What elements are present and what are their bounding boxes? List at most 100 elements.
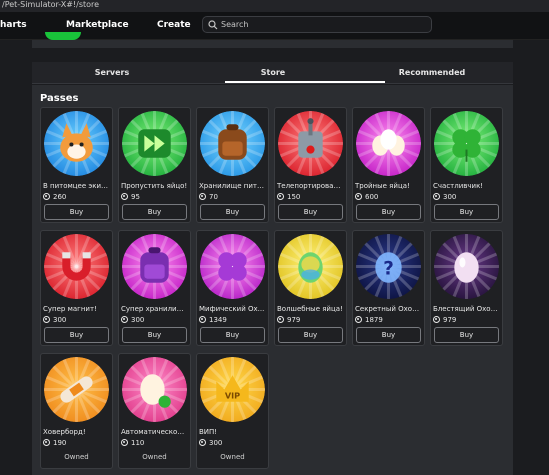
- pass-card[interactable]: VIP ВИП! 300 Owned: [196, 353, 269, 469]
- owned-label: Owned: [220, 453, 245, 461]
- buy-button[interactable]: Buy: [356, 327, 421, 343]
- pass-name[interactable]: Волшебные яйца!: [277, 305, 344, 313]
- store-panel: Passes В питомцее экип... 260 Buy Пропустит…: [32, 85, 513, 475]
- owned-label: Owned: [64, 453, 89, 461]
- robux-icon: [277, 193, 284, 200]
- pass-card[interactable]: Блестящий Охот... 979 Buy: [430, 230, 503, 346]
- pass-price-value: 190: [53, 439, 67, 447]
- url-text: /Pet-Simulator-X#!/store: [2, 0, 100, 9]
- pass-name[interactable]: Автоматическое ...: [121, 428, 188, 436]
- pass-price-value: 70: [209, 193, 218, 201]
- pass-card[interactable]: Супер магнит! 300 Buy: [40, 230, 113, 346]
- purple-backpack-icon[interactable]: [122, 234, 187, 299]
- pass-card[interactable]: В питомцее экип... 260 Buy: [40, 107, 113, 223]
- pass-card[interactable]: Волшебные яйца! 979 Buy: [274, 230, 347, 346]
- magnet-icon[interactable]: [44, 234, 109, 299]
- pass-card[interactable]: Телепортироват... 150 Buy: [274, 107, 347, 223]
- secret-egg-icon[interactable]: ?: [356, 234, 421, 299]
- robux-icon: [121, 439, 128, 446]
- pass-name[interactable]: Мифический Ох...: [199, 305, 266, 313]
- pass-card[interactable]: ? Секретный Охот... 1879 Buy: [352, 230, 425, 346]
- buy-button[interactable]: Buy: [434, 327, 499, 343]
- nav-marketplace-link[interactable]: Marketplace: [66, 20, 129, 30]
- pass-name[interactable]: Ховерборд!: [43, 428, 110, 436]
- buy-button[interactable]: Buy: [200, 327, 265, 343]
- robux-icon: [121, 316, 128, 323]
- pass-name[interactable]: Супер магнит!: [43, 305, 110, 313]
- search-input[interactable]: Search: [202, 16, 432, 33]
- svg-text:?: ?: [383, 259, 394, 280]
- pass-name[interactable]: ВИП!: [199, 428, 266, 436]
- robux-icon: [199, 193, 206, 200]
- buy-button[interactable]: Buy: [44, 204, 109, 220]
- pass-price-value: 150: [287, 193, 301, 201]
- robux-icon: [43, 193, 50, 200]
- shiny-egg-icon[interactable]: [434, 234, 499, 299]
- pass-price-value: 1349: [209, 316, 227, 324]
- buy-button[interactable]: Buy: [122, 204, 187, 220]
- pass-price-value: 260: [53, 193, 67, 201]
- game-icon-peek: [45, 32, 81, 40]
- search-icon: [208, 20, 218, 30]
- buy-button[interactable]: Buy: [44, 327, 109, 343]
- tab-recommended[interactable]: Recommended: [372, 68, 492, 77]
- pass-name[interactable]: Пропустить яйцо!: [121, 182, 188, 190]
- pass-price: 979: [277, 316, 300, 326]
- pass-name[interactable]: Секретный Охот...: [355, 305, 422, 313]
- nav-charts-link[interactable]: harts: [0, 20, 27, 30]
- pass-name[interactable]: Тройные яйца!: [355, 182, 422, 190]
- robux-icon: [43, 439, 50, 446]
- robux-icon: [43, 316, 50, 323]
- robux-icon: [355, 316, 362, 323]
- triple-eggs-icon[interactable]: [356, 111, 421, 176]
- pass-name[interactable]: Счастливчик!: [433, 182, 500, 190]
- hoverboard-icon[interactable]: [44, 357, 109, 422]
- url-bar[interactable]: /Pet-Simulator-X#!/store: [0, 0, 549, 12]
- buy-button[interactable]: Buy: [122, 327, 187, 343]
- passes-heading: Passes: [40, 93, 79, 104]
- pass-price-value: 300: [443, 193, 457, 201]
- tab-store[interactable]: Store: [213, 68, 333, 77]
- pass-card[interactable]: Пропустить яйцо! 95 Buy: [118, 107, 191, 223]
- robux-icon: [121, 193, 128, 200]
- pass-price: 300: [199, 439, 222, 449]
- pass-price: 110: [121, 439, 144, 449]
- pass-card[interactable]: Автоматическое ... 110 Owned: [118, 353, 191, 469]
- pass-card[interactable]: Супер хранилищ... 300 Buy: [118, 230, 191, 346]
- pass-price: 150: [277, 193, 300, 203]
- tab-servers[interactable]: Servers: [52, 68, 172, 77]
- pass-price-value: 979: [287, 316, 301, 324]
- pass-price-value: 979: [443, 316, 457, 324]
- robux-icon: [277, 316, 284, 323]
- pass-card[interactable]: Ховерборд! 190 Owned: [40, 353, 113, 469]
- vip-crown-icon[interactable]: VIP: [200, 357, 265, 422]
- clover-icon[interactable]: [434, 111, 499, 176]
- pass-name[interactable]: В питомцее экип...: [43, 182, 110, 190]
- pass-name[interactable]: Хранилище пито...: [199, 182, 266, 190]
- buy-button[interactable]: Buy: [278, 204, 343, 220]
- buy-button[interactable]: Buy: [356, 204, 421, 220]
- auto-egg-icon[interactable]: [122, 357, 187, 422]
- game-tabs: Servers Store Recommended: [32, 62, 513, 84]
- mythical-clover-icon[interactable]: [200, 234, 265, 299]
- nav-create-link[interactable]: Create: [157, 20, 191, 30]
- backpack-icon[interactable]: [200, 111, 265, 176]
- pass-card[interactable]: Хранилище пито... 70 Buy: [196, 107, 269, 223]
- owned-label: Owned: [142, 453, 167, 461]
- buy-button[interactable]: Buy: [200, 204, 265, 220]
- pass-card[interactable]: Тройные яйца! 600 Buy: [352, 107, 425, 223]
- pass-name[interactable]: Телепортироват...: [277, 182, 344, 190]
- corgi-pet-icon[interactable]: [44, 111, 109, 176]
- skip-forward-icon[interactable]: [122, 111, 187, 176]
- rainbow-egg-icon[interactable]: [278, 234, 343, 299]
- pass-price-value: 600: [365, 193, 379, 201]
- pass-price: 600: [355, 193, 378, 203]
- pass-card[interactable]: Счастливчик! 300 Buy: [430, 107, 503, 223]
- pass-price: 300: [433, 193, 456, 203]
- pass-name[interactable]: Блестящий Охот...: [433, 305, 500, 313]
- pass-card[interactable]: Мифический Ох... 1349 Buy: [196, 230, 269, 346]
- teleport-switch-icon[interactable]: [278, 111, 343, 176]
- buy-button[interactable]: Buy: [434, 204, 499, 220]
- pass-name[interactable]: Супер хранилищ...: [121, 305, 188, 313]
- buy-button[interactable]: Buy: [278, 327, 343, 343]
